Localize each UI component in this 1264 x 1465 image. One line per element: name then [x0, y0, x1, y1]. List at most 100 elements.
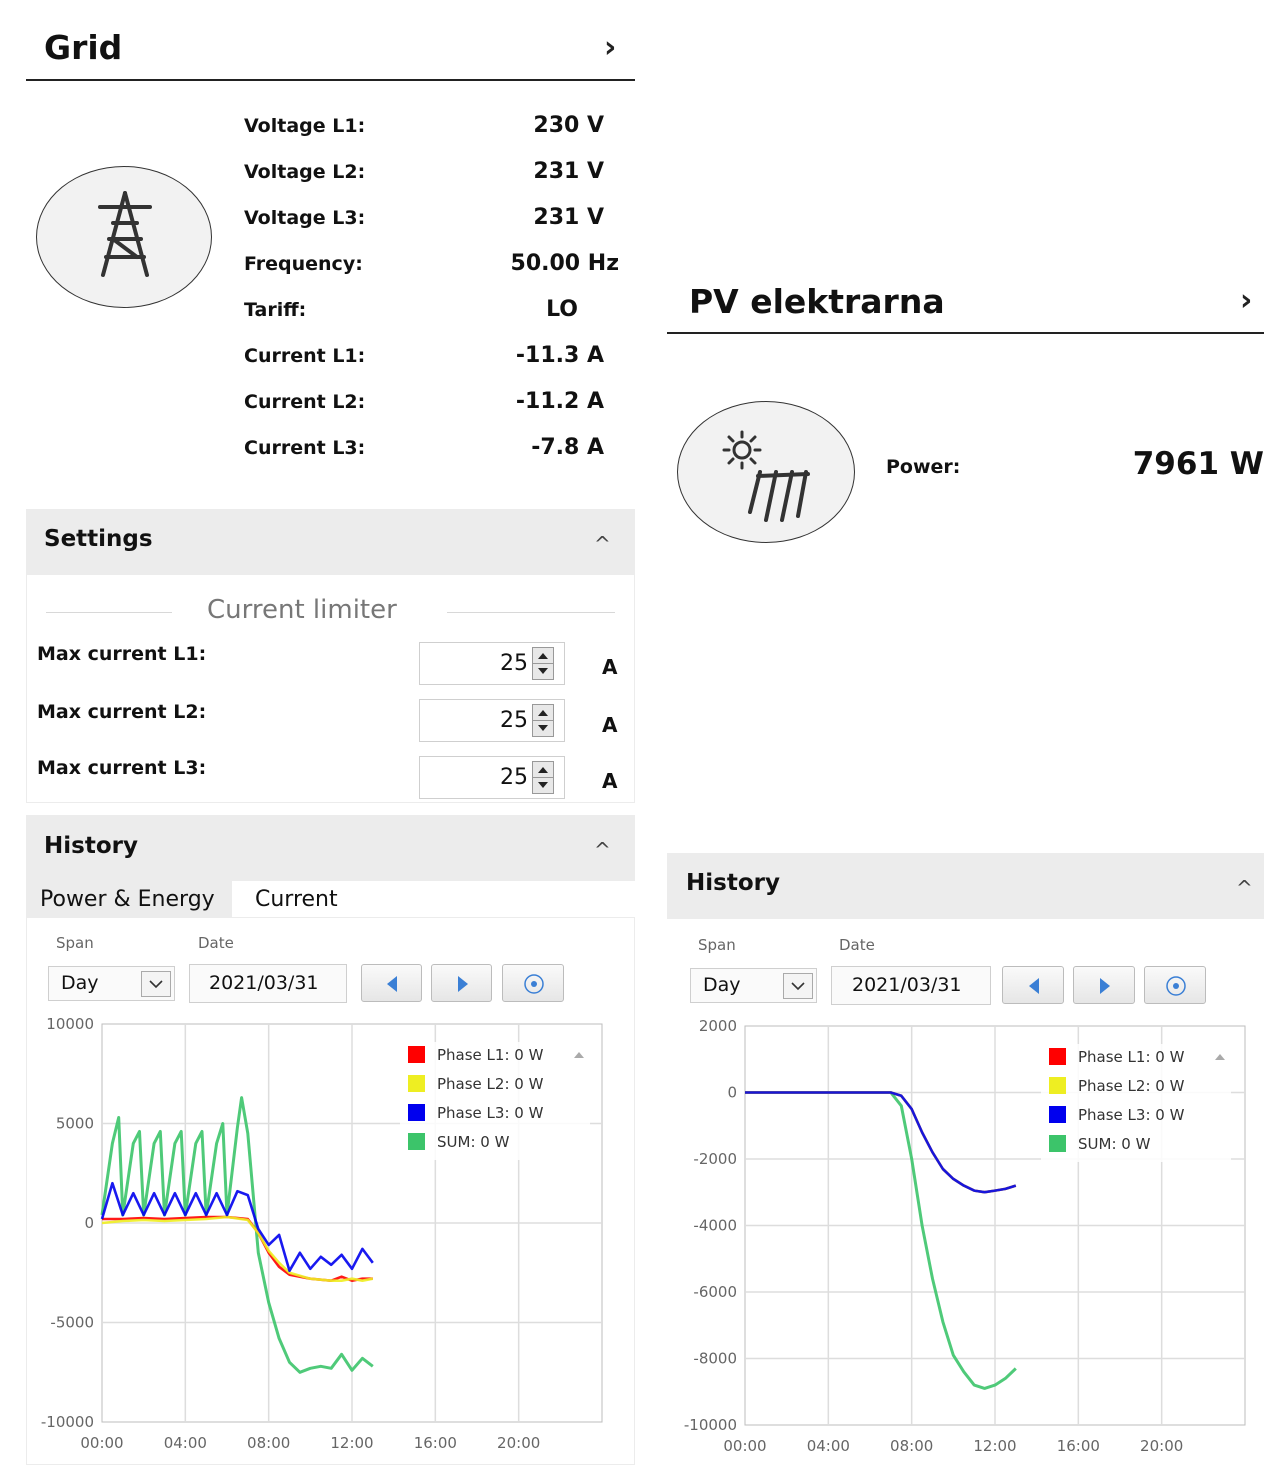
frequency-label: Frequency: [244, 253, 363, 275]
pv-power-value: 7961 W [1132, 446, 1264, 482]
max-current-l1-unit: A [602, 655, 618, 679]
max-current-l3-value: 25 [500, 765, 528, 790]
grid-date-label: Date [198, 934, 234, 952]
legend-label: Phase L3: 0 W [437, 1104, 544, 1122]
x-tick-label: 12:00 [330, 1434, 373, 1452]
max-current-l2-input[interactable]: 25 [419, 699, 565, 742]
pv-date-input[interactable]: 2021/03/31 [831, 966, 991, 1005]
y-tick-label: 2000 [699, 1017, 737, 1035]
pv-date-value: 2021/03/31 [852, 974, 962, 996]
pv-today-button[interactable] [1144, 966, 1206, 1004]
max-current-l1-input[interactable]: 25 [419, 642, 565, 685]
grid-today-button[interactable] [502, 964, 564, 1002]
pv-chevron-icon[interactable]: › [1240, 283, 1252, 318]
tariff-value: LO [546, 297, 578, 322]
chevron-down-icon[interactable] [783, 973, 813, 999]
x-tick-label: 20:00 [1140, 1437, 1183, 1455]
pv-title: PV elektrarna [689, 282, 945, 321]
tab-current[interactable]: Current [255, 887, 338, 912]
legend-label: SUM: 0 W [437, 1133, 510, 1151]
voltage-l1-label: Voltage L1: [244, 115, 366, 137]
grid-title: Grid [44, 28, 123, 67]
voltage-l1-value: 230 V [533, 113, 604, 138]
y-tick-label: 0 [727, 1084, 737, 1102]
current-day-icon [1166, 976, 1186, 996]
grid-span-select[interactable]: Day [48, 966, 175, 1001]
subheading-line-right [447, 612, 615, 613]
solar-panel-icon [722, 430, 810, 522]
x-tick-label: 20:00 [497, 1434, 540, 1452]
grid-span-value: Day [61, 972, 99, 994]
spinner-icon[interactable] [532, 647, 554, 680]
grid-date-input[interactable]: 2021/03/31 [189, 964, 347, 1003]
grid-date-value: 2021/03/31 [209, 972, 319, 994]
grid-history-title: History [44, 833, 138, 859]
max-current-l3-input[interactable]: 25 [419, 756, 565, 799]
legend-label: Phase L3: 0 W [1078, 1106, 1185, 1124]
chart-legend: Phase L1: 0 W Phase L2: 0 W Phase L3: 0 W S… [400, 1042, 590, 1160]
x-tick-label: 04:00 [164, 1434, 207, 1452]
legend-swatch [408, 1046, 425, 1063]
legend-label: Phase L2: 0 W [437, 1075, 544, 1093]
max-current-l3-unit: A [602, 769, 618, 793]
pv-span-select[interactable]: Day [690, 968, 817, 1003]
current-l3-label: Current L3: [244, 437, 366, 459]
current-l2-value: -11.2 A [515, 389, 604, 414]
x-tick-label: 16:00 [1057, 1437, 1100, 1455]
x-tick-label: 16:00 [414, 1434, 457, 1452]
x-tick-label: 00:00 [723, 1437, 766, 1455]
pv-power-label: Power: [886, 456, 961, 478]
max-current-l2-label: Max current L2: [37, 701, 207, 723]
legend-swatch [1049, 1048, 1066, 1065]
pv-span-label: Span [698, 936, 736, 954]
grid-icon-button[interactable] [36, 166, 212, 308]
triangle-right-icon [458, 976, 468, 992]
pv-span-value: Day [703, 974, 741, 996]
spinner-icon[interactable] [532, 761, 554, 794]
pv-next-button[interactable] [1073, 966, 1135, 1004]
x-tick-label: 08:00 [247, 1434, 290, 1452]
grid-next-button[interactable] [431, 964, 492, 1002]
frequency-value: 50.00 Hz [510, 251, 619, 276]
chart-legend: Phase L1: 0 W Phase L2: 0 W Phase L3: 0 W S… [1041, 1044, 1231, 1162]
tab-power-energy-label: Power & Energy [40, 887, 215, 912]
legend-swatch [408, 1104, 425, 1121]
voltage-l3-label: Voltage L3: [244, 207, 366, 229]
y-tick-label: -6000 [693, 1283, 737, 1301]
y-tick-label: 5000 [56, 1115, 94, 1133]
triangle-left-icon [1029, 978, 1039, 994]
legend-swatch [1049, 1077, 1066, 1094]
grid-prev-button[interactable] [361, 964, 422, 1002]
max-current-l3-label: Max current L3: [37, 757, 207, 779]
current-l3-value: -7.8 A [531, 435, 604, 460]
legend-label: SUM: 0 W [1078, 1135, 1151, 1153]
current-limiter-heading: Current limiter [207, 595, 397, 625]
grid-history-collapse-icon[interactable]: ^ [594, 838, 611, 862]
pv-icon-button[interactable] [677, 401, 855, 543]
settings-collapse-icon[interactable]: ^ [594, 532, 611, 556]
pv-prev-button[interactable] [1002, 966, 1064, 1004]
pv-history-collapse-icon[interactable]: ^ [1236, 876, 1253, 900]
current-l1-value: -11.3 A [515, 343, 604, 368]
max-current-l1-value: 25 [500, 651, 528, 676]
y-tick-label: -10000 [684, 1416, 737, 1434]
current-l1-label: Current L1: [244, 345, 366, 367]
voltage-l3-value: 231 V [533, 205, 604, 230]
x-tick-label: 08:00 [890, 1437, 933, 1455]
y-tick-label: -5000 [50, 1314, 94, 1332]
current-day-icon [524, 974, 544, 994]
voltage-l2-label: Voltage L2: [244, 161, 366, 183]
pv-date-label: Date [839, 936, 875, 954]
legend-swatch [1049, 1135, 1066, 1152]
y-tick-label: 0 [84, 1214, 94, 1232]
max-current-l2-value: 25 [500, 708, 528, 733]
y-tick-label: -4000 [693, 1217, 737, 1235]
x-tick-label: 04:00 [807, 1437, 850, 1455]
legend-label: Phase L2: 0 W [1078, 1077, 1185, 1095]
chevron-down-icon[interactable] [141, 971, 171, 997]
grid-chevron-icon[interactable]: › [604, 30, 616, 65]
legend-label: Phase L1: 0 W [1078, 1048, 1185, 1066]
max-current-l1-label: Max current L1: [37, 643, 207, 665]
grid-divider [26, 79, 635, 81]
spinner-icon[interactable] [532, 704, 554, 737]
